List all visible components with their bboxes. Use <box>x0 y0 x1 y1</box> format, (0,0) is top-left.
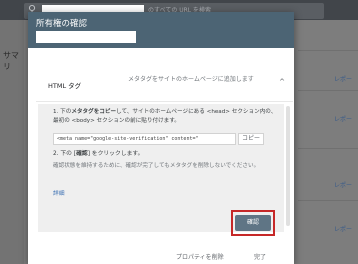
method-subtitle: メタタグをサイトのホームページに追加します <box>128 76 254 83</box>
step-2-emphasis: 確認 <box>76 151 88 157</box>
report-link[interactable]: レポー <box>334 180 352 189</box>
divider <box>298 90 358 91</box>
done-button[interactable]: 完了 <box>254 252 266 261</box>
divider <box>298 148 358 149</box>
dialog-header: 所有権の確認 <box>28 12 294 48</box>
dialog-title: 所有権の確認 <box>36 19 88 29</box>
chevron-up-icon[interactable]: ^ <box>279 78 285 86</box>
step-2-instruction: 2. 下の [確認] をクリックします。 <box>53 148 143 157</box>
keep-tag-note: 確認状態を維持するために、確認が完了してもメタタグを削除しないでください。 <box>53 163 260 169</box>
copy-button[interactable]: コピー <box>238 133 264 145</box>
step-2-suffix: ] をクリックします。 <box>87 151 144 157</box>
details-link[interactable]: 詳細 <box>53 188 65 197</box>
confirm-button[interactable]: 確認 <box>235 215 271 231</box>
ownership-verification-dialog: 所有権の確認 HTML タグ メタタグをサイトのホームページに追加します ^ 1… <box>28 12 294 264</box>
report-link[interactable]: レポー <box>334 74 352 83</box>
sidebar-title: サマリ <box>3 51 19 71</box>
sidebar: サマリ <box>0 20 24 264</box>
meta-tag-field[interactable]: <meta name="google-site-verification" co… <box>53 133 236 145</box>
confirm-highlight: 確認 <box>231 210 275 236</box>
step-2-prefix: 2. 下の [ <box>53 151 77 157</box>
divider <box>298 50 358 51</box>
report-link[interactable]: レポー <box>334 114 352 123</box>
step-1-emphasis: メタタグをコピー <box>71 109 117 115</box>
html-tag-method-header[interactable]: HTML タグ メタタグをサイトのホームページに追加します ^ <box>36 62 293 102</box>
divider <box>298 200 358 201</box>
dialog-scrollbar[interactable] <box>286 106 290 226</box>
delete-property-button[interactable]: プロパティを削除 <box>176 252 224 261</box>
method-title: HTML タグ <box>48 82 82 90</box>
step-1-instruction: 1. 下のメタタグをコピーして、サイトのホームページにある <head> セクシ… <box>53 108 281 126</box>
redacted-property-url <box>36 31 136 43</box>
report-link[interactable]: レポー <box>334 224 352 233</box>
step-1-prefix: 1. 下の <box>53 109 72 115</box>
html-tag-instructions-panel: 1. 下のメタタグをコピーして、サイトのホームページにある <head> セクシ… <box>38 104 284 236</box>
